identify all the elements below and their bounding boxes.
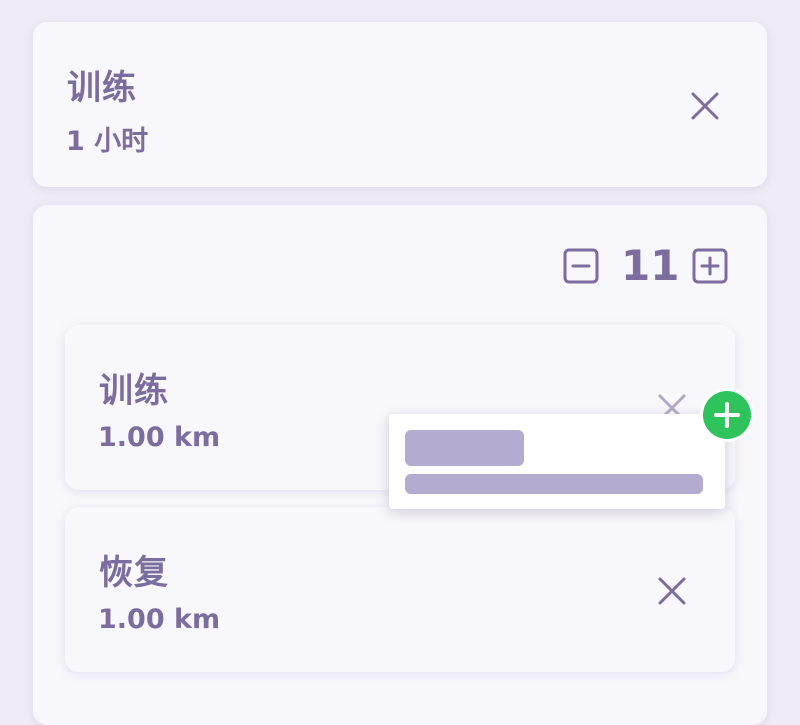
step-title: 训练 [67, 68, 137, 108]
step-distance: 1.00 km [98, 422, 221, 453]
drop-add-badge [703, 391, 751, 439]
remove-step-button[interactable] [685, 86, 725, 126]
placeholder-title-bar [405, 430, 524, 466]
minus-square-icon [563, 248, 599, 284]
close-icon [691, 92, 719, 120]
step-duration: 1 小时 [66, 126, 149, 157]
step-distance: 1.00 km [98, 604, 221, 635]
increase-repeat-button[interactable] [692, 248, 728, 284]
decrease-repeat-button[interactable] [563, 248, 599, 284]
step-title: 恢复 [99, 553, 169, 593]
step-title: 训练 [99, 371, 169, 411]
close-icon [658, 577, 686, 605]
plus-circle-icon [714, 402, 740, 428]
repeat-count: 11 [621, 241, 680, 290]
remove-step-button[interactable] [652, 571, 692, 611]
plus-square-icon [692, 248, 728, 284]
drag-preview[interactable] [389, 414, 725, 509]
workout-step-card[interactable]: 恢复 1.00 km [65, 507, 735, 672]
placeholder-subtitle-bar [405, 474, 703, 494]
workout-step-card[interactable]: 训练 1 小时 [33, 22, 767, 187]
